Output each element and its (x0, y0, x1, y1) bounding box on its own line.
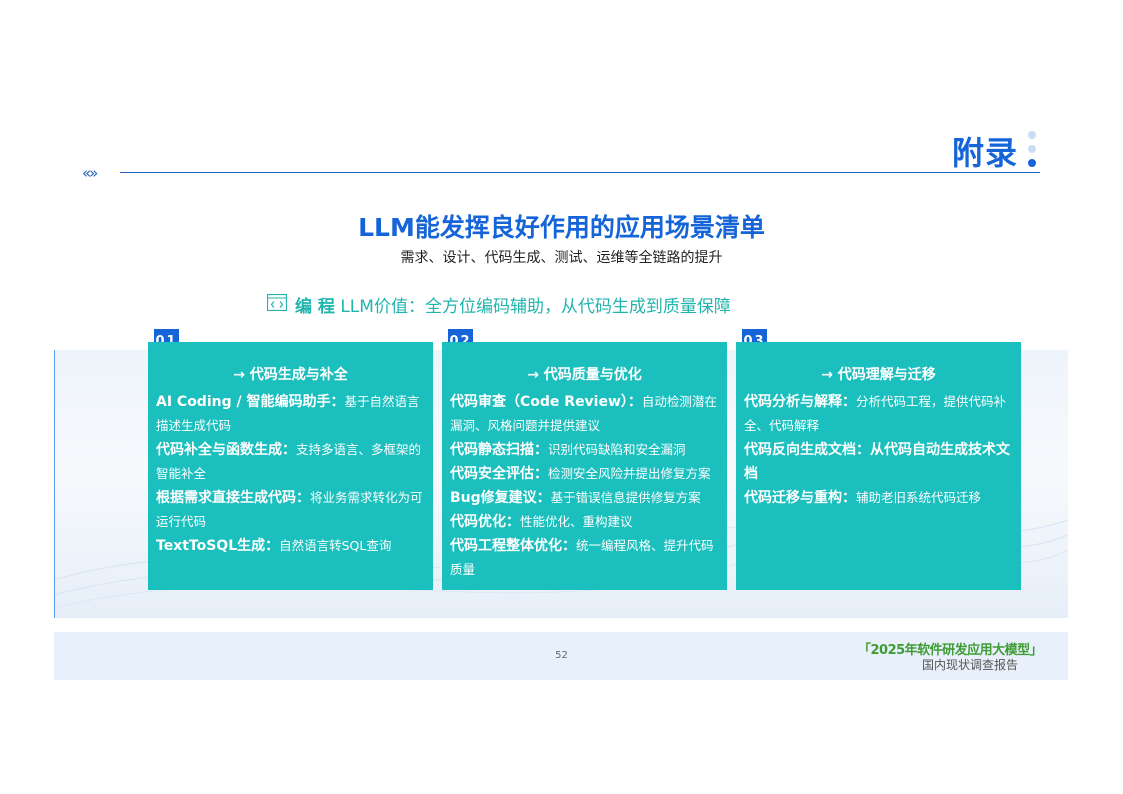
card-code-quality: → 代码质量与优化 代码审查（Code Review）：自动检测潜在漏洞、风格问… (442, 342, 727, 590)
list-item: 代码静态扫描：识别代码缺陷和安全漏洞 (450, 442, 686, 458)
list-item: 代码反向生成文档：从代码自动生成技术文档 (744, 442, 1010, 482)
double-chevron-icon: «» (82, 164, 98, 182)
title-dots (1027, 131, 1037, 169)
list-item: 代码工程整体优化：统一编程风格、提升代码质量 (450, 538, 714, 577)
card-title: → 代码生成与补全 (233, 367, 348, 383)
list-item: TextToSQL生成：自然语言转SQL查询 (156, 538, 392, 554)
card-code-understanding: → 代码理解与迁移 代码分析与解释：分析代码工程，提供代码补全、代码解释 代码反… (736, 342, 1021, 590)
list-item: 代码分析与解释：分析代码工程，提供代码补全、代码解释 (744, 394, 1007, 433)
list-item: AI Coding / 智能编码助手：基于自然语言描述生成代码 (156, 394, 420, 433)
list-item: Bug修复建议：基于错误信息提供修复方案 (450, 490, 701, 506)
header-divider (120, 172, 1040, 173)
code-icon (267, 294, 287, 311)
list-item: 代码补全与函数生成：支持多语言、多框架的智能补全 (156, 442, 422, 481)
card-title: → 代码理解与迁移 (821, 367, 936, 383)
page-title: LLM能发挥良好作用的应用场景清单 (358, 213, 765, 242)
programming-value-line: 编 程 LLM价值：全方位编码辅助，从代码生成到质量保障 (295, 292, 731, 317)
list-item: 根据需求直接生成代码：将业务需求转化为可运行代码 (156, 490, 423, 529)
card-title: → 代码质量与优化 (527, 367, 642, 383)
page-subtitle: 需求、设计、代码生成、测试、运维等全链路的提升 (400, 250, 723, 266)
report-subtitle: 国内现状调查报告 (922, 658, 1019, 672)
list-item: 代码安全评估：检测安全风险并提出修复方案 (450, 466, 711, 482)
card-code-generation: → 代码生成与补全 AI Coding / 智能编码助手：基于自然语言描述生成代… (148, 342, 433, 590)
left-accent-bar (54, 350, 55, 618)
list-item: 代码迁移与重构：辅助老旧系统代码迁移 (744, 490, 982, 506)
programming-label: 编 程 (295, 297, 335, 317)
programming-value: LLM价值：全方位编码辅助，从代码生成到质量保障 (340, 297, 731, 317)
list-item: 代码优化：性能优化、重构建议 (450, 514, 633, 530)
appendix-title: 附录 (952, 134, 1019, 172)
list-item: 代码审查（Code Review）：自动检测潜在漏洞、风格问题并提供建议 (450, 394, 717, 433)
